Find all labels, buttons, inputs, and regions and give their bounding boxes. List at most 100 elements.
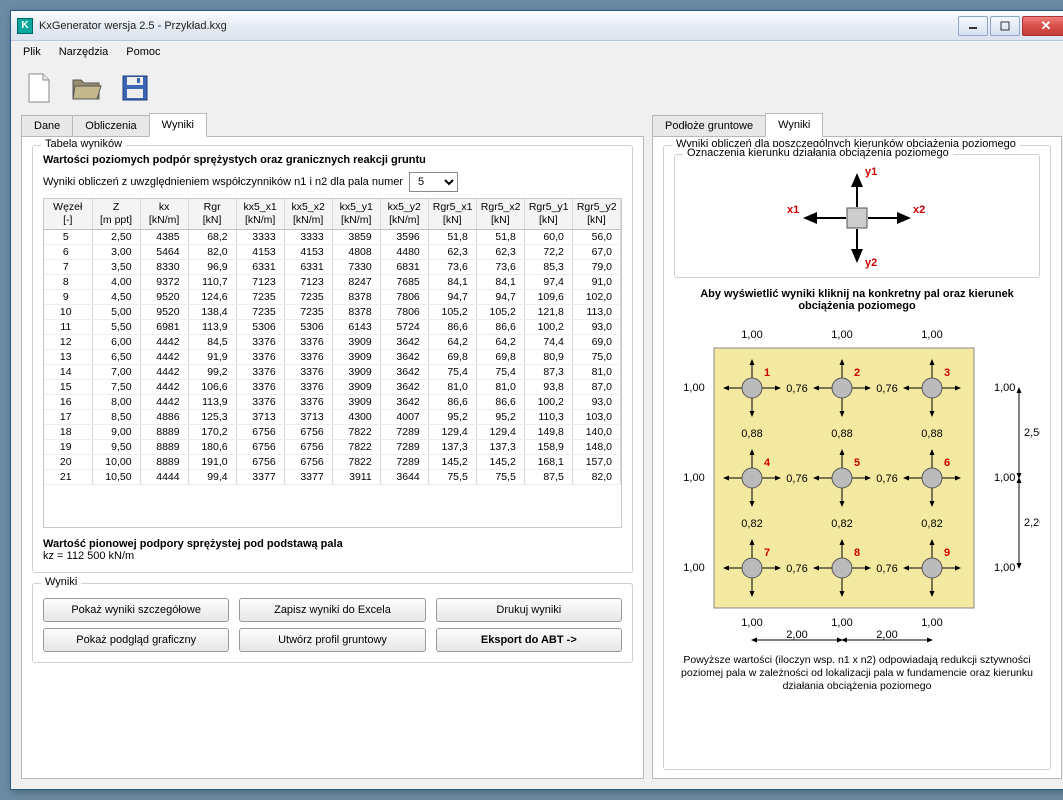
svg-text:9: 9: [944, 547, 950, 559]
group-right-main: Wyniki obliczeń dla poszczególnych kieru…: [663, 145, 1051, 770]
menu-help[interactable]: Pomoc: [118, 44, 168, 60]
svg-text:0,76: 0,76: [876, 383, 897, 395]
table-row[interactable]: 73,50833096,9633163317330683173,673,685,…: [44, 259, 621, 274]
menubar: Plik Narzędzia Pomoc: [11, 41, 1063, 63]
footnote: Powyższe wartości (iloczyn wsp. n1 x n2)…: [674, 654, 1040, 693]
svg-text:1,00: 1,00: [921, 617, 942, 629]
btn-print[interactable]: Drukuj wyniki: [436, 598, 622, 622]
svg-text:0,82: 0,82: [741, 518, 762, 530]
close-button[interactable]: ✕: [1022, 16, 1063, 36]
table-heading: Wartości poziomych podpór sprężystych or…: [43, 154, 622, 166]
tab-obliczenia[interactable]: Obliczenia: [72, 115, 149, 136]
table-row[interactable]: 2110,50444499,4337733773911364475,575,58…: [44, 469, 621, 484]
table-row[interactable]: 168,004442113,9337633763909364286,686,61…: [44, 394, 621, 409]
table-row[interactable]: 94,509520124,6723572358378780694,794,710…: [44, 289, 621, 304]
col-header: kx[kN/m]: [140, 199, 188, 229]
col-header: kx5_x1[kN/m]: [236, 199, 284, 229]
save-button[interactable]: [117, 70, 153, 106]
tab-wyniki[interactable]: Wyniki: [149, 113, 207, 137]
col-header: Rgr5_x2[kN]: [476, 199, 524, 229]
svg-text:1,00: 1,00: [994, 382, 1015, 394]
table-row[interactable]: 52,50438568,2333333333859359651,851,860,…: [44, 229, 621, 244]
pile-select[interactable]: 5: [409, 172, 458, 192]
right-tabs: Podłoże gruntowe Wyniki: [652, 113, 1062, 137]
instruction-text: Aby wyświetlić wyniki kliknij na konkret…: [674, 288, 1040, 312]
svg-text:1,00: 1,00: [683, 562, 704, 574]
tab-dane[interactable]: Dane: [21, 115, 73, 136]
group-directions: Oznaczenia kierunku działania obciążenia…: [674, 154, 1040, 278]
svg-text:0,88: 0,88: [831, 428, 852, 440]
svg-text:0,76: 0,76: [876, 563, 897, 575]
results-table: Węzeł[-]Z[m ppt]kx[kN/m]Rgr[kN]kx5_x1[kN…: [44, 199, 621, 485]
table-subtitle: Wyniki obliczeń z uwzględnieniem współcz…: [43, 176, 403, 188]
svg-text:1,00: 1,00: [683, 382, 704, 394]
group-directions-title: Oznaczenia kierunku działania obciążenia…: [683, 147, 953, 159]
svg-text:0,88: 0,88: [741, 428, 762, 440]
app-icon: K: [17, 18, 33, 34]
svg-text:1,00: 1,00: [741, 329, 762, 341]
titlebar: K KxGenerator wersja 2.5 - Przykład.kxg …: [11, 11, 1063, 41]
group-table: Tabela wyników Wartości poziomych podpór…: [32, 145, 633, 573]
maximize-button[interactable]: [990, 16, 1020, 36]
col-header: Rgr5_y2[kN]: [572, 199, 620, 229]
table-row[interactable]: 199,508889180,66756675678227289137,3137,…: [44, 439, 621, 454]
col-header: Z[m ppt]: [92, 199, 140, 229]
col-header: Rgr5_y1[kN]: [524, 199, 572, 229]
svg-text:2,50: 2,50: [1024, 427, 1040, 439]
svg-text:1: 1: [764, 367, 770, 379]
right-tab-body: Wyniki obliczeń dla poszczególnych kieru…: [652, 137, 1062, 779]
table-row[interactable]: 2010,008889191,06756675678227289145,2145…: [44, 454, 621, 469]
svg-text:2,00: 2,00: [876, 629, 897, 641]
table-row[interactable]: 84,009372110,7712371238247768584,184,197…: [44, 274, 621, 289]
col-header: Rgr[kN]: [188, 199, 236, 229]
kz-value: kz = 112 500 kN/m: [43, 550, 622, 562]
col-header: kx5_x2[kN/m]: [284, 199, 332, 229]
col-header: kx5_y1[kN/m]: [332, 199, 380, 229]
btn-export-abt[interactable]: Eksport do ABT ->: [436, 628, 622, 652]
new-file-button[interactable]: [21, 70, 57, 106]
svg-text:6: 6: [944, 457, 950, 469]
group-table-title: Tabela wyników: [41, 138, 126, 150]
svg-text:5: 5: [854, 457, 860, 469]
btn-graphic[interactable]: Pokaż podgląd graficzny: [43, 628, 229, 652]
table-row[interactable]: 178,504886125,3371337134300400795,295,21…: [44, 409, 621, 424]
minimize-button[interactable]: [958, 16, 988, 36]
direction-diagram: y1 y2 x1 x2: [757, 163, 957, 273]
table-row[interactable]: 105,009520138,47235723583787806105,2105,…: [44, 304, 621, 319]
col-header: Rgr5_x1[kN]: [428, 199, 476, 229]
left-tabs: Dane Obliczenia Wyniki: [21, 113, 644, 137]
svg-text:1,00: 1,00: [831, 617, 852, 629]
group-wyniki-title: Wyniki: [41, 576, 81, 588]
btn-excel[interactable]: Zapisz wyniki do Excela: [239, 598, 425, 622]
svg-text:8: 8: [854, 547, 860, 559]
table-row[interactable]: 63,00546482,0415341534808448062,362,372,…: [44, 244, 621, 259]
svg-text:1,00: 1,00: [994, 472, 1015, 484]
tab-podloze[interactable]: Podłoże gruntowe: [652, 115, 766, 136]
results-table-wrapper[interactable]: Węzeł[-]Z[m ppt]kx[kN/m]Rgr[kN]kx5_x1[kN…: [43, 198, 622, 528]
table-row[interactable]: 157,504442106,6337633763909364281,081,09…: [44, 379, 621, 394]
svg-text:0,76: 0,76: [786, 473, 807, 485]
btn-profile[interactable]: Utwórz profil gruntowy: [239, 628, 425, 652]
menu-file[interactable]: Plik: [15, 44, 49, 60]
svg-text:4: 4: [764, 457, 771, 469]
group-wyniki-actions: Wyniki Pokaż wyniki szczegółowe Zapisz w…: [32, 583, 633, 663]
btn-details[interactable]: Pokaż wyniki szczegółowe: [43, 598, 229, 622]
svg-text:x1: x1: [787, 204, 799, 216]
open-file-button[interactable]: [69, 70, 105, 106]
table-row[interactable]: 189,008889170,26756675678227289129,4129,…: [44, 424, 621, 439]
tab-right-wyniki[interactable]: Wyniki: [765, 113, 823, 137]
table-row[interactable]: 136,50444291,9337633763909364269,869,880…: [44, 349, 621, 364]
svg-text:1,00: 1,00: [831, 329, 852, 341]
svg-text:3: 3: [944, 367, 950, 379]
svg-text:0,82: 0,82: [831, 518, 852, 530]
left-tab-body: Tabela wyników Wartości poziomych podpór…: [21, 137, 644, 779]
table-row[interactable]: 147,00444299,2337633763909364275,475,487…: [44, 364, 621, 379]
svg-text:1,00: 1,00: [994, 562, 1015, 574]
table-row[interactable]: 126,00444284,5337633763909364264,264,274…: [44, 334, 621, 349]
menu-tools[interactable]: Narzędzia: [51, 44, 117, 60]
table-row[interactable]: 115,506981113,9530653066143572486,686,61…: [44, 319, 621, 334]
svg-text:y1: y1: [865, 166, 877, 178]
pile-layout-diagram[interactable]: 1234567890,760,760,760,760,760,760,880,8…: [674, 318, 1040, 648]
toolbar: [11, 63, 1063, 113]
window-title: KxGenerator wersja 2.5 - Przykład.kxg: [39, 20, 958, 32]
